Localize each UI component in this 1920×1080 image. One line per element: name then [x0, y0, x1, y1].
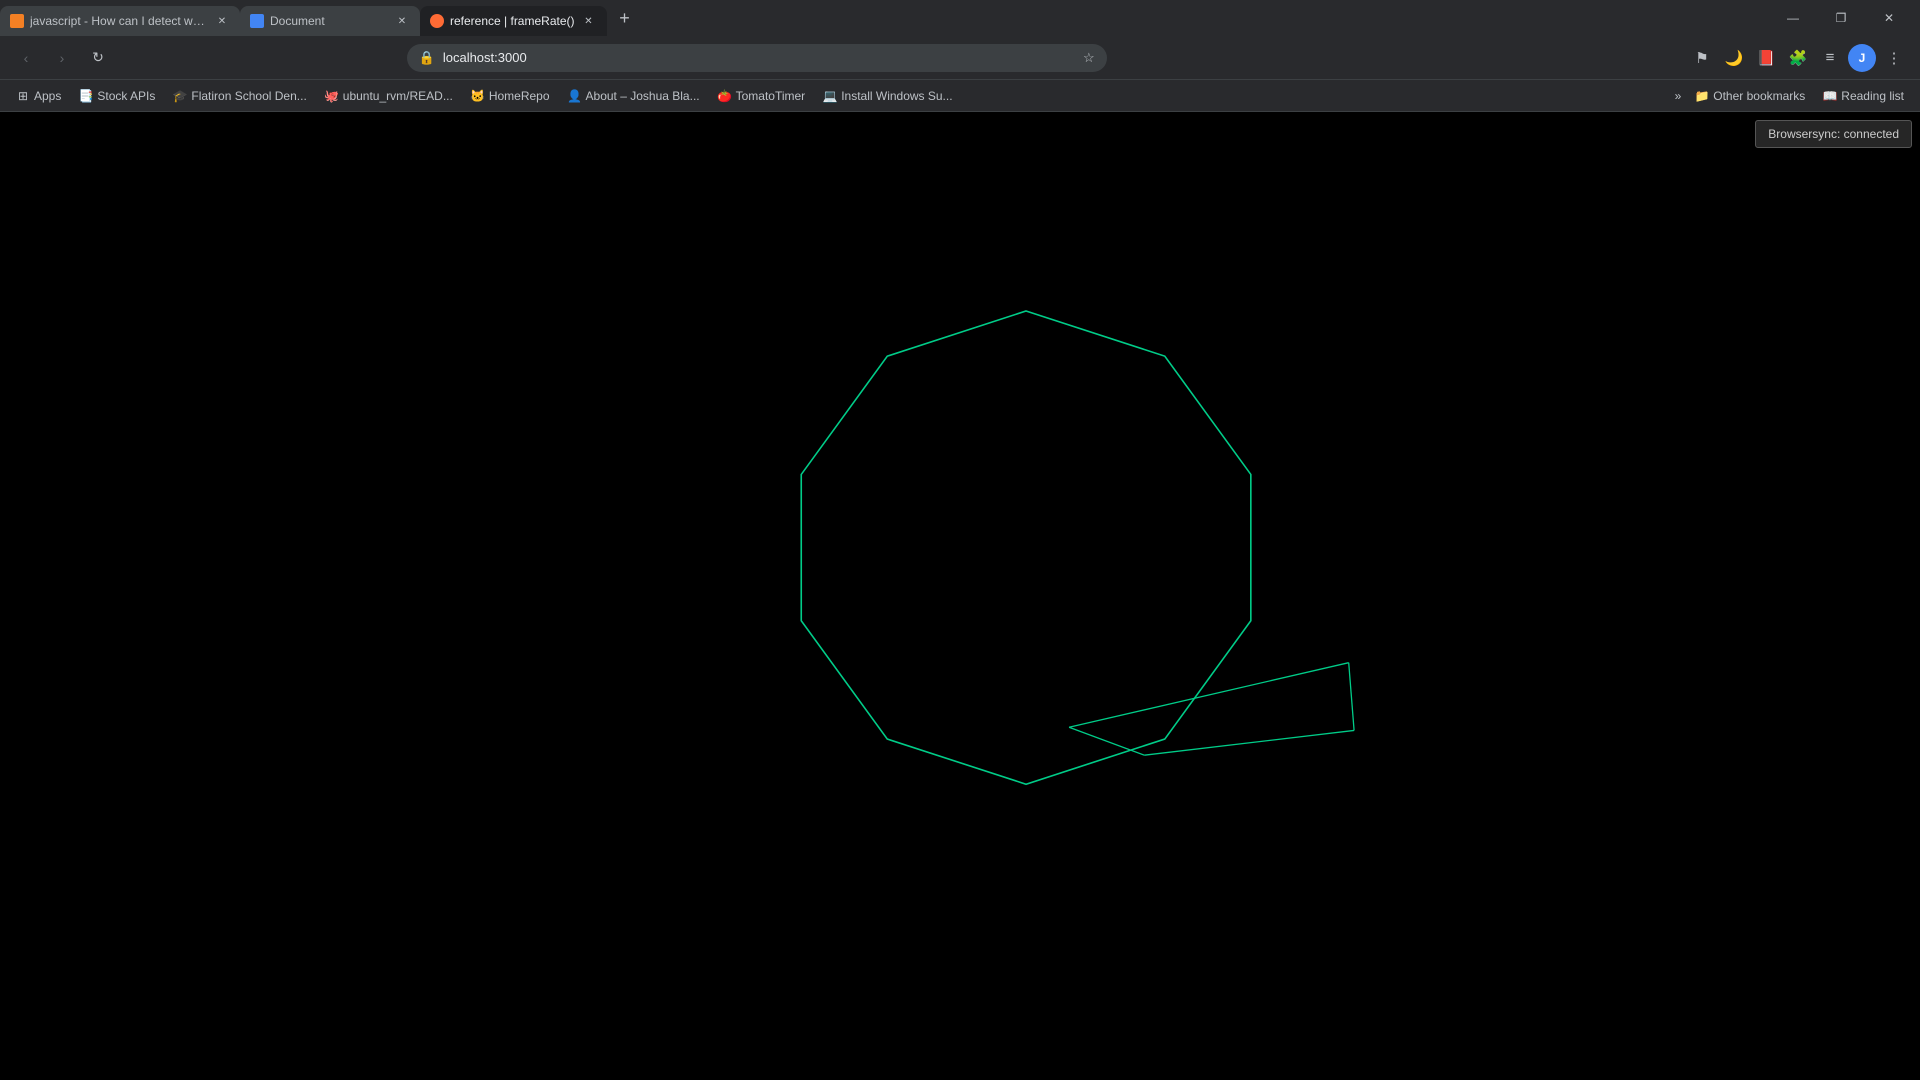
close-button[interactable]: ✕ — [1866, 3, 1912, 33]
reading-list-icon: 📖 — [1823, 89, 1837, 103]
bookmark-homerepo[interactable]: 🐱 HomeRepo — [463, 84, 558, 108]
menu-icon[interactable]: ⋮ — [1880, 44, 1908, 72]
polygon-canvas — [197, 112, 1920, 1080]
tab-close-so[interactable]: ✕ — [214, 13, 230, 29]
minimize-button[interactable]: — — [1770, 3, 1816, 33]
rss-icon[interactable]: 📕 — [1752, 44, 1780, 72]
about-icon: 👤 — [568, 89, 582, 103]
tab-bar: javascript - How can I detect wh... ✕ Do… — [0, 0, 1920, 36]
tab-title-ref: reference | frameRate() — [450, 14, 575, 28]
extensions2-icon[interactable]: 🧩 — [1784, 44, 1812, 72]
bookmarks-more[interactable]: » — [1671, 84, 1686, 108]
bookmark-stock-apis[interactable]: 📑 Stock APIs — [71, 84, 163, 108]
ubuntu-icon: 🐙 — [325, 89, 339, 103]
bookmark-about-label: About – Joshua Bla... — [586, 89, 700, 103]
tab-close-doc[interactable]: ✕ — [394, 13, 410, 29]
toolbar-right: ⚑ 🌙 📕 🧩 ≡ J ⋮ — [1688, 44, 1908, 72]
extra-line-2 — [1069, 727, 1144, 755]
darkmode-icon[interactable]: 🌙 — [1720, 44, 1748, 72]
extra-line-1 — [1069, 663, 1349, 728]
bookmark-ubuntu-label: ubuntu_rvm/READ... — [343, 89, 453, 103]
bookmark-apps-label: Apps — [34, 89, 61, 103]
apps-grid-icon: ⊞ — [16, 89, 30, 103]
extra-line-3 — [1145, 730, 1355, 755]
bookmark-reading[interactable]: 📖 Reading list — [1815, 84, 1912, 108]
back-button[interactable]: ‹ — [12, 44, 40, 72]
window-controls: — ❐ ✕ — [1770, 0, 1920, 36]
tab-close-ref[interactable]: ✕ — [581, 13, 597, 29]
bookmark-ubuntu[interactable]: 🐙 ubuntu_rvm/READ... — [317, 84, 461, 108]
forward-button[interactable]: › — [48, 44, 76, 72]
extra-line-4 — [1349, 663, 1354, 731]
new-tab-button[interactable]: + — [611, 4, 639, 32]
bookmark-reading-label: Reading list — [1841, 89, 1904, 103]
canvas-area: Browsersync: connected — [197, 112, 1920, 1080]
tomato-icon: 🍅 — [718, 89, 732, 103]
tab-stackoverflow[interactable]: javascript - How can I detect wh... ✕ — [0, 6, 240, 36]
flatiron-icon: 🎓 — [173, 89, 187, 103]
tab-favicon-ref — [430, 14, 444, 28]
homerepo-icon: 🐱 — [471, 89, 485, 103]
reload-button[interactable]: ↻ — [84, 44, 112, 72]
tab-title-so: javascript - How can I detect wh... — [30, 14, 208, 28]
address-bar: ‹ › ↻ 🔒 localhost:3000 ☆ ⚑ 🌙 📕 🧩 ≡ J ⋮ — [0, 36, 1920, 80]
bookmark-about[interactable]: 👤 About – Joshua Bla... — [560, 84, 708, 108]
url-text: localhost:3000 — [443, 50, 1075, 65]
lock-icon: 🔒 — [419, 50, 435, 66]
bookmark-flatiron-label: Flatiron School Den... — [191, 89, 306, 103]
bookmark-windows[interactable]: 💻 Install Windows Su... — [815, 84, 960, 108]
bookmark-stock-label: Stock APIs — [97, 89, 155, 103]
bookmark-apps[interactable]: ⊞ Apps — [8, 84, 69, 108]
browser-window: javascript - How can I detect wh... ✕ Do… — [0, 0, 1920, 1080]
extensions-icon[interactable]: ⚑ — [1688, 44, 1716, 72]
bookmark-tomato-label: TomatoTimer — [736, 89, 806, 103]
stock-apis-icon: 📑 — [79, 89, 93, 103]
bookmark-tomato[interactable]: 🍅 TomatoTimer — [710, 84, 814, 108]
browser-viewport: Browsersync: connected — [0, 112, 1920, 1080]
maximize-button[interactable]: ❐ — [1818, 3, 1864, 33]
bookmark-other[interactable]: 📁 Other bookmarks — [1687, 84, 1813, 108]
bookmark-star-icon[interactable]: ☆ — [1083, 50, 1095, 66]
tab-favicon-so — [10, 14, 24, 28]
bookmark-flatiron[interactable]: 🎓 Flatiron School Den... — [165, 84, 314, 108]
windows-icon: 💻 — [823, 89, 837, 103]
bookmark-other-label: Other bookmarks — [1713, 89, 1805, 103]
bookmark-windows-label: Install Windows Su... — [841, 89, 952, 103]
tab-document[interactable]: Document ✕ — [240, 6, 420, 36]
other-bookmarks-icon: 📁 — [1695, 89, 1709, 103]
url-bar[interactable]: 🔒 localhost:3000 ☆ — [407, 44, 1107, 72]
left-black-panel — [0, 112, 197, 1080]
tab-reference[interactable]: reference | frameRate() ✕ — [420, 6, 607, 36]
tab-favicon-doc — [250, 14, 264, 28]
bookmarks-bar: ⊞ Apps 📑 Stock APIs 🎓 Flatiron School De… — [0, 80, 1920, 112]
bookmark-homerepo-label: HomeRepo — [489, 89, 550, 103]
profile-button[interactable]: J — [1848, 44, 1876, 72]
tab-title-doc: Document — [270, 14, 388, 28]
reading-icon[interactable]: ≡ — [1816, 44, 1844, 72]
main-polygon — [802, 311, 1252, 784]
